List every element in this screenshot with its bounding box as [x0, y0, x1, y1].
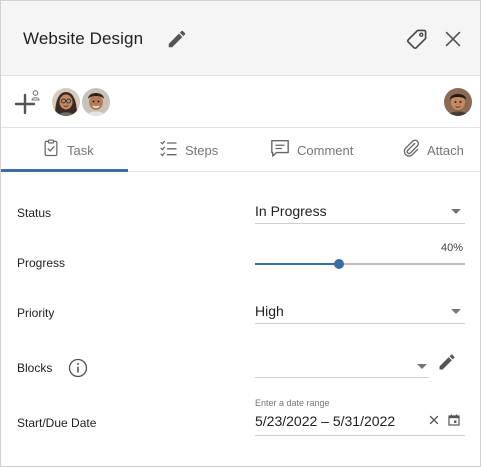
- tab-comment[interactable]: Comment: [269, 128, 353, 172]
- tab-steps-label: Steps: [185, 142, 219, 158]
- info-icon[interactable]: [68, 358, 88, 378]
- clipboard-check-icon: [41, 138, 61, 163]
- chevron-down-icon: [417, 364, 427, 369]
- pencil-icon[interactable]: [166, 28, 188, 50]
- tab-task[interactable]: Task: [41, 128, 94, 172]
- assignee-row: [1, 77, 480, 128]
- status-label: Status: [17, 206, 52, 220]
- tab-bar: Task Steps Comment Attach: [1, 128, 480, 172]
- close-icon[interactable]: [442, 28, 464, 50]
- clear-icon[interactable]: [427, 413, 441, 427]
- progress-slider[interactable]: [255, 256, 465, 272]
- task-title[interactable]: Website Design: [23, 29, 143, 49]
- avatar-owner[interactable]: [444, 88, 472, 116]
- tag-icon[interactable]: [405, 27, 429, 51]
- priority-value: High: [255, 303, 284, 319]
- dialog-header: Website Design: [1, 1, 480, 76]
- progress-percent: 40%: [440, 242, 463, 254]
- tab-attach[interactable]: Attach: [401, 128, 464, 172]
- date-range-value[interactable]: 5/23/2022 – 5/31/2022: [255, 413, 395, 429]
- pencil-icon[interactable]: [437, 352, 457, 372]
- slider-fill: [255, 263, 339, 265]
- tab-attach-label: Attach: [427, 142, 464, 158]
- chevron-down-icon: [451, 209, 461, 214]
- paperclip-icon: [401, 137, 421, 164]
- date-range-input[interactable]: 5/23/2022 – 5/31/2022: [255, 410, 465, 436]
- tab-comment-label: Comment: [297, 142, 354, 158]
- progress-label: Progress: [17, 256, 66, 270]
- status-value: In Progress: [255, 203, 327, 219]
- avatar-woman[interactable]: [52, 88, 80, 116]
- comment-icon: [269, 138, 291, 163]
- date-label: Start/Due Date: [17, 416, 97, 430]
- tab-task-label: Task: [67, 142, 94, 158]
- active-tab-indicator: [1, 169, 128, 172]
- tab-steps[interactable]: Steps: [159, 128, 218, 172]
- priority-label: Priority: [17, 306, 55, 320]
- slider-thumb[interactable]: [334, 259, 344, 269]
- date-range-hint: Enter a date range: [255, 398, 330, 408]
- blocks-select[interactable]: [255, 353, 429, 378]
- add-person-icon[interactable]: [14, 89, 42, 115]
- priority-select[interactable]: High: [255, 296, 465, 324]
- chevron-down-icon: [451, 309, 461, 314]
- avatar-man[interactable]: [82, 88, 110, 116]
- task-dialog: Website Design Task Steps Comment Attach…: [0, 0, 481, 467]
- calendar-icon[interactable]: [447, 413, 461, 427]
- checklist-icon: [159, 138, 179, 163]
- status-select[interactable]: In Progress: [255, 197, 465, 224]
- blocks-label: Blocks: [17, 361, 53, 375]
